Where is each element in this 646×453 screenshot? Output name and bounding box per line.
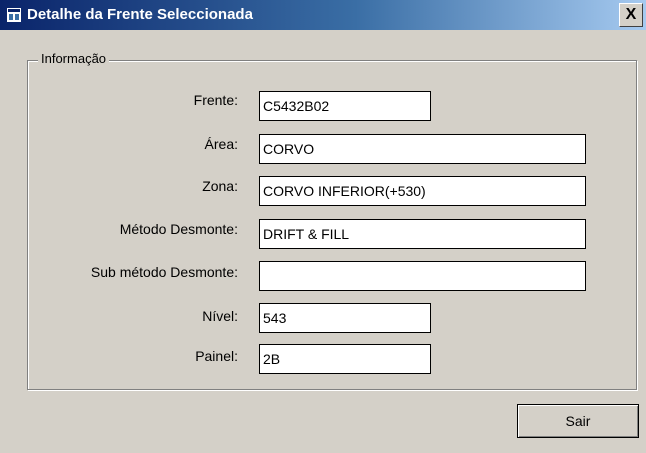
painel-label: Painel: — [195, 348, 238, 364]
frente-label: Frente: — [193, 92, 238, 108]
group-legend: Informação — [38, 51, 110, 66]
area-field[interactable]: CORVO — [259, 134, 586, 164]
nivel-label: Nível: — [202, 308, 238, 324]
painel-field[interactable]: 2B — [259, 344, 431, 374]
sub-metodo-desmonte-label: Sub método Desmonte: — [90, 264, 238, 280]
app-window-icon — [7, 8, 21, 22]
metodo-desmonte-field[interactable]: DRIFT & FILL — [259, 219, 586, 249]
nivel-field[interactable]: 543 — [259, 303, 431, 333]
frente-field[interactable]: C5432B02 — [259, 91, 431, 121]
zona-field[interactable]: CORVO INFERIOR(+530) — [259, 176, 586, 206]
area-label: Área: — [204, 136, 238, 152]
zona-label: Zona: — [202, 178, 238, 194]
exit-button[interactable]: Sair — [517, 404, 639, 438]
close-icon: X — [625, 6, 637, 23]
close-button[interactable]: X — [619, 3, 643, 27]
sub-metodo-desmonte-field[interactable] — [259, 261, 586, 291]
metodo-desmonte-label: Método Desmonte: — [119, 221, 238, 237]
window-title: Detalhe da Frente Seleccionada — [27, 6, 253, 23]
title-bar: Detalhe da Frente Seleccionada X — [0, 0, 646, 30]
